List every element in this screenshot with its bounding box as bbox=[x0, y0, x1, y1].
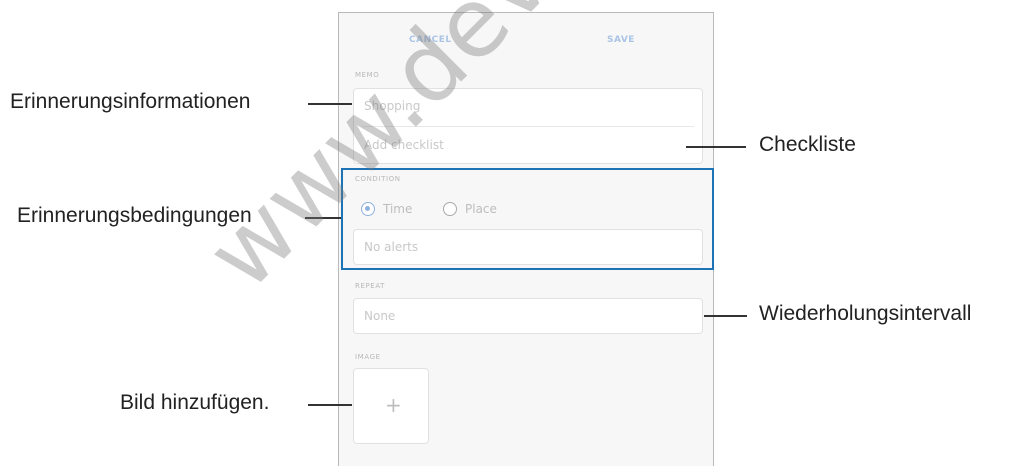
memo-section-label: MEMO bbox=[355, 71, 380, 79]
callout-line-repeat-interval bbox=[704, 315, 747, 317]
callout-line-add-image bbox=[308, 404, 352, 406]
callout-line-reminder-conditions bbox=[305, 217, 341, 219]
callout-reminder-info: Erinnerungsinformationen bbox=[10, 90, 251, 113]
callout-line-checklist bbox=[686, 146, 746, 148]
checklist-field[interactable]: Add checklist bbox=[364, 138, 444, 152]
memo-card: Shopping Add checklist bbox=[353, 88, 703, 164]
conditions-highlight-box bbox=[341, 168, 714, 270]
memo-divider bbox=[362, 126, 694, 127]
callout-add-image: Bild hinzufügen. bbox=[120, 391, 270, 414]
add-image-button[interactable]: + bbox=[353, 368, 429, 444]
repeat-section-label: REPEAT bbox=[355, 282, 386, 290]
title-field[interactable]: Shopping bbox=[364, 99, 420, 113]
repeat-value: None bbox=[364, 309, 396, 323]
plus-icon: + bbox=[385, 393, 402, 417]
callout-line-reminder-info bbox=[308, 103, 352, 105]
save-button[interactable]: SAVE bbox=[607, 35, 635, 45]
repeat-dropdown[interactable]: None bbox=[353, 298, 703, 334]
cancel-button[interactable]: CANCEL bbox=[409, 35, 452, 45]
callout-repeat-interval: Wiederholungsintervall bbox=[759, 302, 972, 325]
callout-reminder-conditions: Erinnerungsbedingungen bbox=[17, 204, 252, 227]
callout-checklist: Checkliste bbox=[759, 133, 856, 156]
image-section-label: IMAGE bbox=[355, 353, 381, 361]
